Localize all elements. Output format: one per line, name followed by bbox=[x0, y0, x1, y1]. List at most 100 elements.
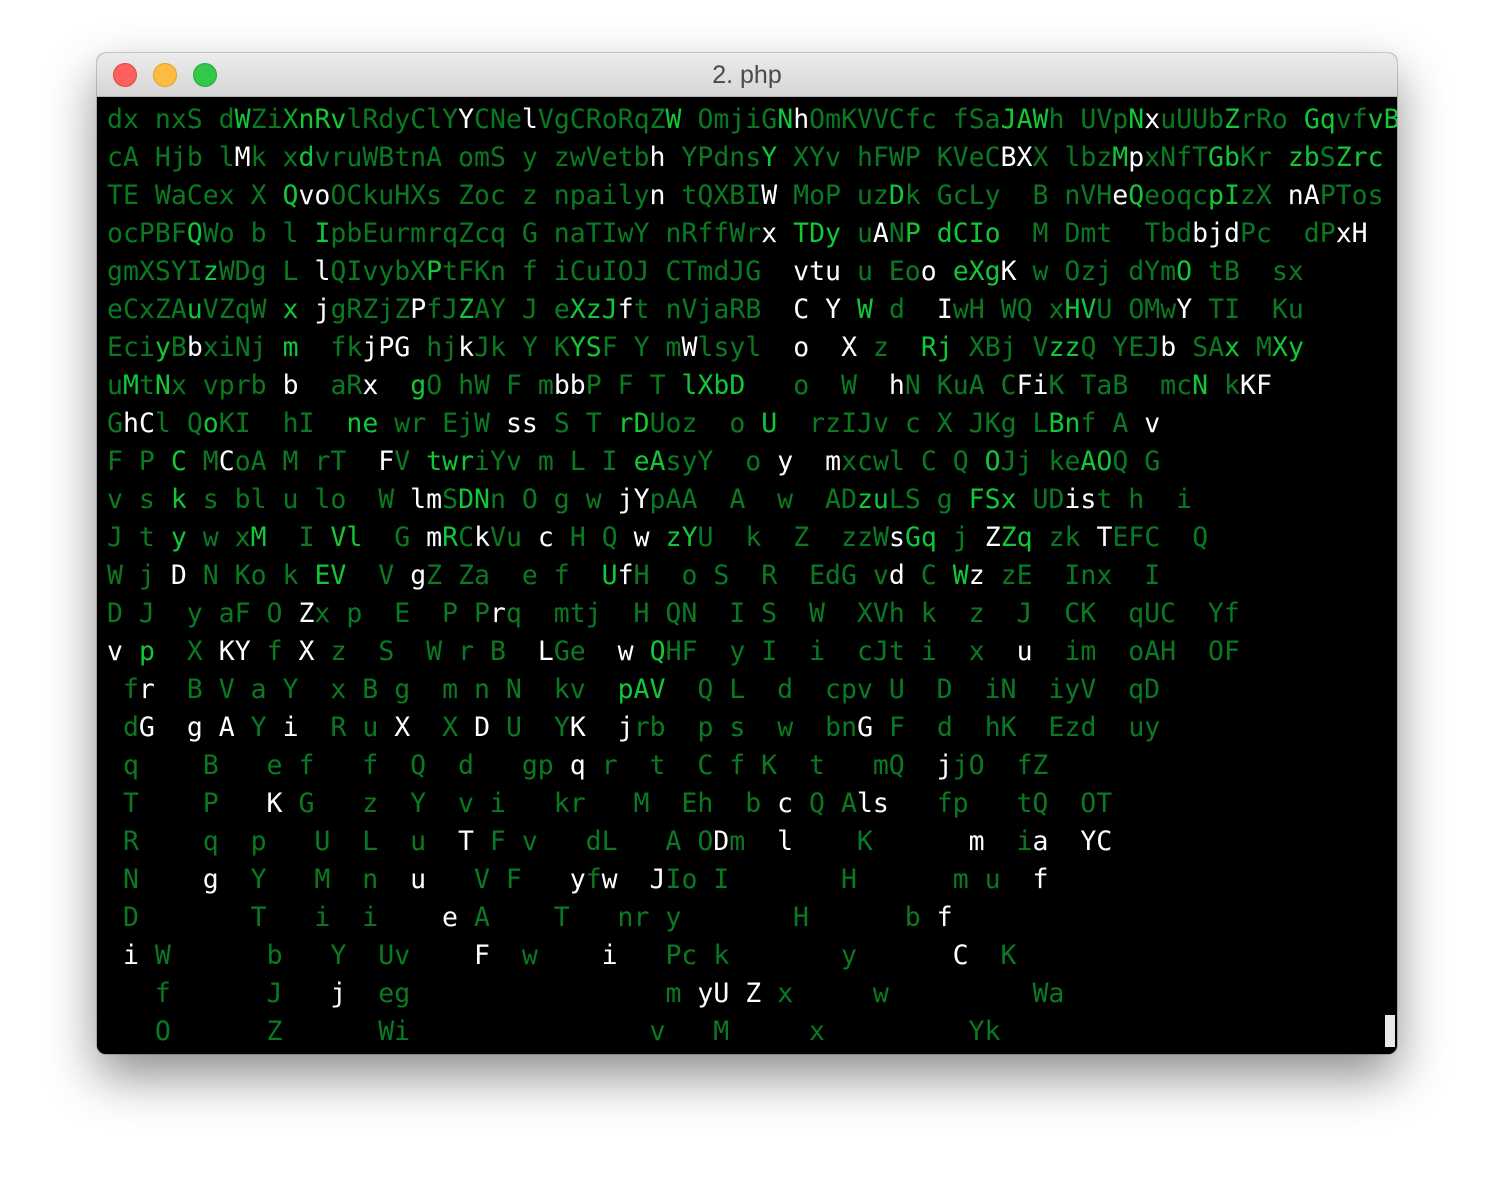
rain-trail-glyphs: jO fZ bbox=[952, 750, 1049, 781]
rain-trail-glyphs: dCIo bbox=[936, 218, 1001, 249]
rain-trail-glyphs: k bbox=[1208, 370, 1240, 401]
rain-trail-glyphs: AY J e bbox=[474, 294, 570, 325]
rain-trail-glyphs: N bbox=[154, 370, 171, 401]
rain-head-glyphs: l bbox=[314, 256, 331, 287]
rain-trail-glyphs: hj bbox=[410, 332, 459, 363]
rain-trail-glyphs: N bbox=[1128, 104, 1145, 135]
rain-trail-glyphs: oA M rT bbox=[234, 446, 379, 477]
rain-trail-glyphs: Y bbox=[234, 712, 283, 743]
rain-trail-glyphs bbox=[921, 218, 937, 249]
rain-trail-glyphs: l Q bbox=[154, 408, 203, 439]
terminal-line: EciyBbxiNj m fkjPG hjkJk Y KYSF Y mWlsyl… bbox=[107, 329, 1397, 367]
rain-trail-glyphs: Pc dP bbox=[1239, 218, 1336, 249]
rain-trail-glyphs bbox=[681, 978, 697, 1009]
rain-head-glyphs: b bbox=[1160, 332, 1177, 363]
rain-head-glyphs: ss bbox=[505, 408, 538, 439]
rain-trail-glyphs: V F bbox=[426, 864, 570, 895]
rain-head-glyphs: u bbox=[410, 864, 427, 895]
rain-trail-glyphs: W bbox=[665, 104, 682, 135]
terminal-line: GhCl QoKI hI ne wr EjW ss S T rDUoz o U … bbox=[107, 405, 1397, 443]
rain-trail-glyphs: j bbox=[936, 522, 985, 553]
window-title: 2. php bbox=[712, 61, 782, 89]
terminal-line: fr B V a Y x B g m n N kv pAV Q L d cpv … bbox=[107, 671, 1397, 709]
rain-head-glyphs: ls bbox=[856, 788, 889, 819]
rain-trail-glyphs: t nVjaRB bbox=[633, 294, 794, 325]
rain-trail-glyphs: rRo bbox=[1240, 104, 1304, 135]
rain-trail-glyphs: Jk Y K bbox=[474, 332, 570, 363]
rain-head-glyphs: n bbox=[649, 180, 666, 211]
rain-head-glyphs: K bbox=[1000, 256, 1017, 287]
rain-trail-glyphs: eXg bbox=[952, 256, 1001, 287]
rain-trail-glyphs: XYv hFWP KVeC bbox=[777, 142, 1001, 173]
terminal-line: D T i i e A T nr y H b f bbox=[107, 899, 1397, 937]
terminal-line: uMtNx vprb b aRx gO hW F mbbP F T lXbD o… bbox=[107, 367, 1397, 405]
rain-trail-glyphs bbox=[155, 712, 187, 743]
rain-trail-glyphs: rb p s w bn bbox=[633, 712, 858, 743]
rain-head-glyphs: nA bbox=[1287, 180, 1320, 211]
rain-head-glyphs: jPG bbox=[362, 332, 411, 363]
rain-head-glyphs: e bbox=[1112, 180, 1129, 211]
rain-trail-glyphs: Eci bbox=[107, 332, 155, 363]
rain-trail-glyphs: XBj V bbox=[952, 332, 1049, 363]
rain-trail-glyphs: i bbox=[984, 826, 1033, 857]
rain-trail-glyphs: D T i i bbox=[107, 902, 443, 933]
rain-trail-glyphs: FSx bbox=[968, 484, 1017, 515]
rain-trail-glyphs: zu bbox=[856, 484, 889, 515]
rain-head-glyphs: h bbox=[793, 104, 810, 135]
rain-trail-glyphs: HV bbox=[1064, 294, 1097, 325]
rain-trail-glyphs: Z bbox=[1224, 104, 1240, 135]
rain-trail-glyphs: lXbD bbox=[681, 370, 746, 401]
rain-trail-glyphs: Bn bbox=[1048, 408, 1081, 439]
rain-trail-glyphs: M bbox=[186, 446, 219, 477]
rain-trail-glyphs: Q YEJ bbox=[1080, 332, 1161, 363]
rain-trail-glyphs: Gq bbox=[904, 522, 937, 553]
title-bar[interactable]: 2. php bbox=[97, 53, 1397, 97]
rain-head-glyphs: h bbox=[888, 370, 905, 401]
rain-head-glyphs: i bbox=[601, 940, 618, 971]
rain-trail-glyphs: tFKn f iCuIOJ CTmdJG bbox=[442, 256, 794, 287]
rain-head-glyphs: j bbox=[617, 712, 634, 743]
rain-head-glyphs: h bbox=[649, 142, 666, 173]
rain-trail-glyphs: x p E P P bbox=[314, 598, 490, 629]
rain-trail-glyphs: zY bbox=[665, 522, 698, 553]
rain-trail-glyphs: N KuA C bbox=[904, 370, 1017, 401]
rain-trail-glyphs: EV bbox=[314, 560, 347, 591]
rain-head-glyphs: l bbox=[521, 104, 538, 135]
rain-trail-glyphs: d bbox=[107, 712, 139, 743]
rain-trail-glyphs: Vu bbox=[490, 522, 538, 553]
rain-trail-glyphs: m bbox=[665, 978, 682, 1009]
rain-trail-glyphs: U k Z zzW bbox=[697, 522, 889, 553]
rain-trail-glyphs: x bbox=[282, 294, 299, 325]
rain-trail-glyphs: MoP uz bbox=[777, 180, 889, 211]
rain-trail-glyphs: SA bbox=[1176, 332, 1225, 363]
rain-trail-glyphs: O bbox=[1176, 256, 1193, 287]
rain-trail-glyphs: w bbox=[489, 940, 602, 971]
rain-trail-glyphs: AO bbox=[1080, 446, 1113, 477]
rain-head-glyphs: Z bbox=[984, 522, 1001, 553]
rain-trail-glyphs: DN bbox=[458, 484, 490, 515]
rain-trail-glyphs: p bbox=[138, 636, 155, 667]
rain-trail-glyphs: S T bbox=[537, 408, 618, 439]
rain-trail-glyphs: N bbox=[777, 104, 794, 135]
rain-trail-glyphs: Kr bbox=[1239, 142, 1288, 173]
rain-trail-glyphs: zE Inx I bbox=[984, 560, 1161, 591]
rain-trail-glyphs: TE WaCex X bbox=[107, 180, 283, 211]
rain-trail-glyphs: M Dmt Tbd bbox=[1000, 218, 1193, 249]
rain-trail-glyphs: G z Y v i kr M Eh b bbox=[282, 788, 778, 819]
rain-head-glyphs: g bbox=[202, 864, 219, 895]
rain-trail-glyphs: w Ozj dYm bbox=[1016, 256, 1177, 287]
rain-trail-glyphs: m bbox=[282, 332, 299, 363]
rain-trail-glyphs: fp tQ OT bbox=[888, 788, 1113, 819]
rain-trail-glyphs: C bbox=[170, 446, 187, 477]
rain-head-glyphs: r bbox=[489, 598, 506, 629]
rain-trail-glyphs: I bbox=[314, 218, 331, 249]
rain-head-glyphs: KF bbox=[1239, 370, 1272, 401]
rain-trail-glyphs: LS g bbox=[888, 484, 969, 515]
rain-trail-glyphs: G bbox=[362, 522, 427, 553]
rain-head-glyphs: C bbox=[952, 940, 969, 971]
rain-head-glyphs: c bbox=[537, 522, 554, 553]
rain-trail-glyphs: k x bbox=[250, 142, 299, 173]
rain-head-glyphs: b bbox=[186, 332, 203, 363]
terminal-output[interactable]: dx nxS dWZiXnRvlRdyClYYCNelVgCRoRqZW Omj… bbox=[97, 97, 1397, 1054]
rain-trail-glyphs: R bbox=[442, 522, 459, 553]
